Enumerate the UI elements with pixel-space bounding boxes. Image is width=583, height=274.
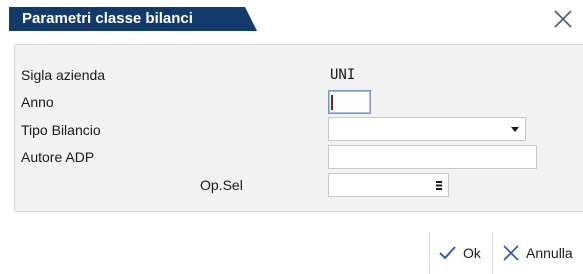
sigla-azienda-label: Sigla azienda [21, 67, 106, 83]
anno-label: Anno [21, 94, 54, 110]
op-sel-field[interactable] [328, 173, 449, 197]
text-caret [331, 95, 333, 110]
autore-adp-field[interactable] [328, 145, 537, 169]
x-icon [503, 245, 519, 261]
footer-toolbar: Ok Annulla [0, 232, 583, 274]
separator [429, 232, 430, 274]
close-icon [554, 10, 572, 28]
autore-adp-label: Autore ADP [21, 149, 95, 165]
window-title: Parametri classe bilanci [9, 7, 257, 31]
annulla-label: Annulla [526, 245, 573, 261]
op-sel-label: Op.Sel [200, 177, 243, 193]
close-button[interactable] [552, 8, 574, 30]
chevron-down-icon [511, 127, 519, 132]
annulla-button[interactable]: Annulla [502, 232, 573, 274]
tipo-bilancio-select[interactable] [328, 117, 526, 141]
ok-label: Ok [463, 245, 481, 261]
anno-field[interactable] [328, 90, 371, 114]
check-icon [439, 246, 456, 260]
sigla-azienda-value: UNI [330, 67, 356, 83]
tipo-bilancio-label: Tipo Bilancio [21, 122, 101, 138]
title-bar: Parametri classe bilanci [0, 0, 583, 38]
menu-icon[interactable] [436, 181, 442, 190]
ok-button[interactable]: Ok [438, 232, 481, 274]
separator [492, 232, 493, 274]
